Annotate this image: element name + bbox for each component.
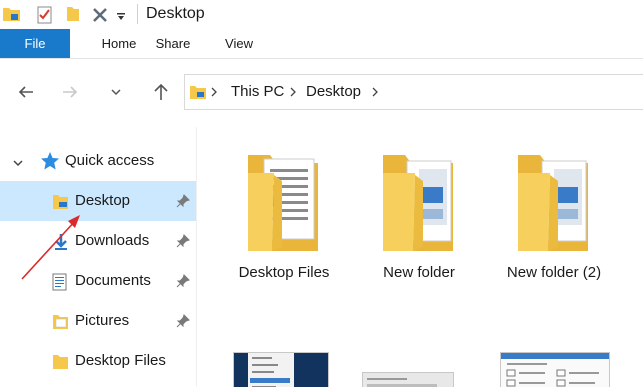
navigation-bar: This PC Desktop — [0, 60, 643, 126]
pictures-icon — [52, 313, 70, 336]
breadcrumb-this-pc[interactable]: This PC — [231, 83, 284, 100]
sidebar-item-desktop-files[interactable]: Desktop Files — [0, 341, 196, 381]
pin-icon[interactable] — [176, 274, 190, 293]
sidebar-item-label: Downloads — [75, 232, 150, 249]
back-arrow-icon[interactable] — [14, 80, 38, 104]
sidebar-item-label: Documents — [75, 272, 151, 289]
recent-locations-chevron-icon[interactable] — [104, 80, 128, 104]
new-folder-icon[interactable] — [66, 5, 80, 28]
tab-share[interactable]: Share — [147, 29, 199, 58]
folder-tile-new-folder[interactable]: New folder — [354, 147, 484, 287]
folder-with-documents-icon — [248, 155, 318, 251]
window-title: Desktop — [146, 5, 205, 22]
address-bar[interactable]: This PC Desktop — [184, 74, 643, 110]
breadcrumb-chevron-icon[interactable] — [289, 85, 297, 103]
sidebar-header-label: Quick access — [65, 152, 155, 169]
folder-icon[interactable] — [2, 5, 22, 28]
star-icon — [40, 151, 60, 176]
sidebar-item-downloads[interactable]: Downloads — [0, 221, 196, 261]
sidebar-item-label: Desktop — [75, 192, 131, 209]
title-bar: Desktop — [0, 0, 643, 30]
desktop-folder-icon — [52, 193, 70, 216]
image-thumbnail[interactable] — [233, 352, 329, 387]
sidebar-item-label: Pictures — [75, 312, 130, 329]
title-separator — [137, 4, 138, 24]
navigation-pane: Quick access Desktop Downloads Documents… — [0, 127, 196, 387]
breadcrumb-desktop[interactable]: Desktop — [306, 83, 361, 100]
folder-icon — [52, 353, 70, 376]
forward-arrow-icon[interactable] — [58, 80, 82, 104]
sidebar-item-desktop[interactable]: Desktop — [0, 181, 196, 221]
image-thumbnail[interactable] — [500, 352, 610, 387]
pin-icon[interactable] — [176, 234, 190, 253]
breadcrumb-chevron-icon[interactable] — [371, 85, 379, 103]
folder-with-pictures-icon — [518, 155, 588, 251]
pin-icon[interactable] — [176, 194, 190, 213]
image-thumbnail[interactable] — [362, 372, 454, 387]
folder-with-pictures-icon — [383, 155, 453, 251]
sidebar-item-documents[interactable]: Documents — [0, 261, 196, 301]
up-arrow-icon[interactable] — [149, 80, 173, 104]
ribbon-tabs: File Home Share View — [0, 29, 643, 59]
folder-name: New folder — [383, 264, 455, 281]
pin-icon[interactable] — [176, 314, 190, 333]
collapse-chevron-icon[interactable] — [12, 156, 24, 174]
sidebar-item-pictures[interactable]: Pictures — [0, 301, 196, 341]
delete-x-icon[interactable] — [90, 5, 110, 30]
folder-tile-new-folder-2[interactable]: New folder (2) — [489, 147, 619, 287]
folder-name: New folder (2) — [506, 264, 602, 281]
breadcrumb-chevron-icon[interactable] — [210, 85, 218, 103]
tab-file[interactable]: File — [0, 29, 70, 58]
sidebar-item-label: Desktop Files — [75, 352, 166, 369]
properties-check-icon[interactable] — [36, 5, 54, 30]
folder-name: Desktop Files — [238, 264, 330, 281]
downloads-icon — [52, 233, 70, 256]
sidebar-quick-access[interactable]: Quick access — [0, 141, 196, 181]
folder-tile-desktop-files[interactable]: Desktop Files — [219, 147, 349, 287]
this-pc-folder-icon — [189, 83, 207, 106]
tab-view[interactable]: View — [217, 29, 261, 58]
documents-icon — [52, 273, 68, 296]
customize-dropdown-icon[interactable] — [116, 9, 126, 27]
file-list: Desktop Files New folder New folder (2) — [197, 127, 643, 387]
